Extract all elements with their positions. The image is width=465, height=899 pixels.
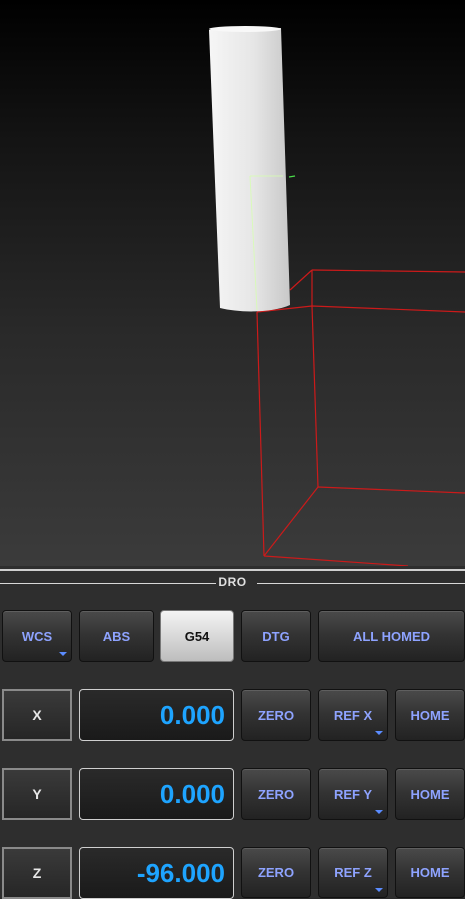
zero-z-label: ZERO <box>257 865 295 880</box>
dropdown-caret-icon <box>375 731 383 735</box>
ref-y-label: REF Y <box>333 786 373 802</box>
dtg-button-label: DTG <box>262 628 290 644</box>
axis-label-z: Z <box>2 847 72 899</box>
zero-x-button[interactable]: ZERO <box>241 689 311 741</box>
ref-y-button[interactable]: REF Y <box>318 768 388 820</box>
abs-button[interactable]: ABS <box>79 610 154 662</box>
axis-value-z: -96.000 <box>79 847 234 899</box>
dropdown-caret-icon <box>59 652 67 656</box>
all-homed-button-label: ALL HOMED <box>352 628 431 644</box>
axis-label-y: Y <box>2 768 72 820</box>
axis-label-x: X <box>2 689 72 741</box>
dro-panel: DRO WCS ABS G54 DTG ALL HOMED X 0.000 ZE… <box>0 566 465 899</box>
ref-z-button[interactable]: REF Z <box>318 847 388 898</box>
zero-x-label: ZERO <box>257 707 295 723</box>
home-z-button[interactable]: HOME <box>395 847 465 898</box>
zero-z-button[interactable]: ZERO <box>241 847 311 898</box>
dropdown-caret-icon <box>375 810 383 814</box>
dro-title: DRO <box>218 575 247 589</box>
dtg-button[interactable]: DTG <box>241 610 311 662</box>
axis-value-y: 0.000 <box>79 768 234 820</box>
home-x-button[interactable]: HOME <box>395 689 465 741</box>
3d-scene <box>209 26 465 566</box>
g54-button[interactable]: G54 <box>160 610 234 662</box>
tool-cylinder <box>209 26 296 312</box>
dropdown-caret-icon <box>375 888 383 892</box>
ref-x-button[interactable]: REF X <box>318 689 388 741</box>
home-y-label: HOME <box>410 786 450 802</box>
ref-z-label: REF Z <box>334 865 372 880</box>
axis-value-x: 0.000 <box>79 689 234 741</box>
wcs-button-label: WCS <box>21 628 53 644</box>
home-z-label: HOME <box>410 865 450 880</box>
ref-x-label: REF X <box>333 707 373 723</box>
all-homed-button[interactable]: ALL HOMED <box>318 610 465 662</box>
home-x-label: HOME <box>410 707 450 723</box>
machine-boundary-box <box>256 269 465 566</box>
3d-viewport[interactable] <box>0 0 465 566</box>
zero-y-label: ZERO <box>257 786 295 802</box>
home-y-button[interactable]: HOME <box>395 768 465 820</box>
g54-button-label: G54 <box>184 628 210 644</box>
zero-y-button[interactable]: ZERO <box>241 768 311 820</box>
abs-button-label: ABS <box>102 628 131 644</box>
wcs-button[interactable]: WCS <box>2 610 72 662</box>
dro-top-rule <box>0 569 465 571</box>
